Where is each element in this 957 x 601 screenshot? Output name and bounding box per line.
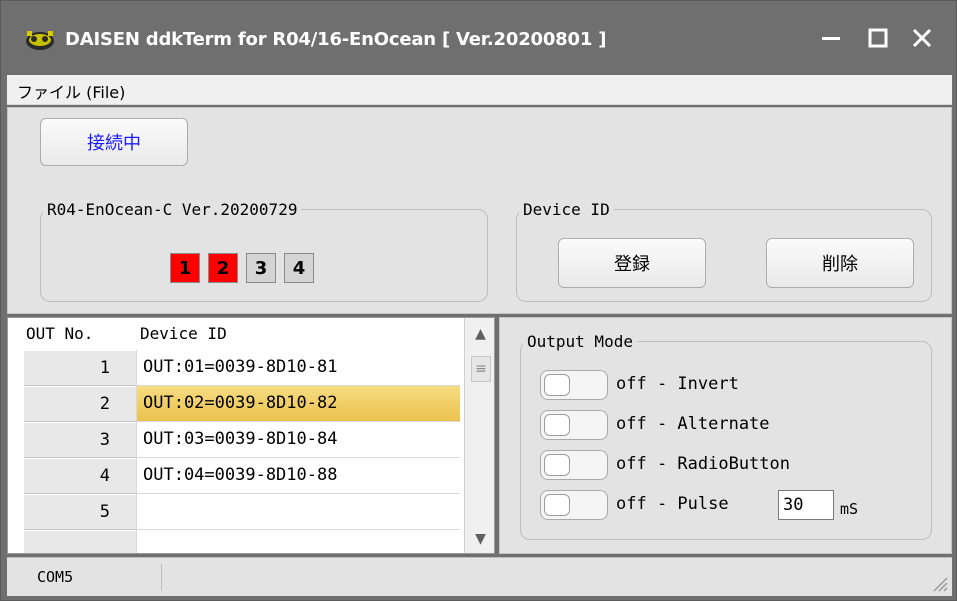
row-number [24,530,136,553]
table-scrollbar[interactable]: ▲ ≡ ▼ [464,318,494,553]
row-number: 2 [24,386,136,422]
row-device-id[interactable]: OUT:04=0039-8D10-88 [136,458,460,494]
output-mode-panel: Output Mode off - Invert off - Alternate… [499,317,952,554]
table-row[interactable]: 3 OUT:03=0039-8D10-84 [8,422,460,458]
alternate-toggle[interactable] [540,410,608,440]
output-indicator-2: 2 [208,253,238,283]
row-number: 1 [24,350,136,386]
window-title: DAISEN ddkTerm for R04/16-EnOcean [ Ver.… [65,29,607,50]
title-bar[interactable]: DAISEN ddkTerm for R04/16-EnOcean [ Ver.… [1,1,956,75]
row-device-id[interactable] [136,530,460,553]
table-row[interactable]: 4 OUT:04=0039-8D10-88 [8,458,460,494]
menu-bar: ファイル (File) [7,75,952,105]
app-logo-icon [26,31,54,50]
table-row[interactable] [8,530,460,553]
toggle-knob [544,414,570,436]
status-bar: COM5 [7,557,952,596]
scroll-thumb[interactable]: ≡ [471,356,491,382]
toggle-knob [544,494,570,516]
row-device-id[interactable]: OUT:02=0039-8D10-82 [136,386,460,422]
row-number: 4 [24,458,136,494]
pulse-duration-input[interactable]: 30 [778,490,834,520]
invert-toggle[interactable] [540,370,608,400]
menu-file[interactable]: ファイル (File) [17,79,125,103]
table-row[interactable]: 1 OUT:01=0039-8D10-81 [8,350,460,386]
toggle-knob [544,454,570,476]
scroll-down-icon[interactable]: ▼ [465,525,494,553]
row-number: 3 [24,422,136,458]
pulse-toggle[interactable] [540,490,608,520]
output-mode-label: Output Mode [527,332,633,351]
column-device-id[interactable]: Device ID [140,324,227,343]
alternate-mode-label: off - Alternate [616,414,770,434]
connect-button[interactable]: 接続中 [40,118,188,166]
invert-mode-label: off - Invert [616,374,739,394]
column-out-no[interactable]: OUT No. [26,324,93,343]
toggle-knob [544,374,570,396]
status-divider [161,564,162,591]
delete-button[interactable]: 削除 [766,238,914,288]
radiobutton-toggle[interactable] [540,450,608,480]
firmware-version-label: R04-EnOcean-C Ver.20200729 [47,200,298,219]
pulse-mode-label: off - Pulse [616,494,729,514]
register-button[interactable]: 登録 [558,238,706,288]
output-indicator-4: 4 [284,253,314,283]
device-id-label: Device ID [523,200,610,219]
row-device-id[interactable]: OUT:01=0039-8D10-81 [136,350,460,386]
resize-grip-icon[interactable] [930,574,948,592]
minimize-icon[interactable] [816,23,846,53]
output-indicator-1: 1 [170,253,200,283]
scroll-up-icon[interactable]: ▲ [465,320,494,348]
row-device-id[interactable] [136,494,460,530]
radiobutton-mode-label: off - RadioButton [616,454,790,474]
row-number: 5 [24,494,136,530]
table-row[interactable]: 5 [8,494,460,530]
table-row-selected[interactable]: 2 OUT:02=0039-8D10-82 [8,386,460,422]
app-window: DAISEN ddkTerm for R04/16-EnOcean [ Ver.… [0,0,957,601]
device-table: OUT No. Device ID 1 OUT:01=0039-8D10-81 … [7,317,495,554]
table-header: OUT No. Device ID [8,318,460,350]
connection-panel: 接続中 R04-EnOcean-C Ver.20200729 1 2 3 4 D… [7,107,952,314]
maximize-icon[interactable] [863,23,893,53]
close-icon[interactable] [907,23,937,53]
output-indicator-3: 3 [246,253,276,283]
firmware-group: R04-EnOcean-C Ver.20200729 [40,200,488,302]
row-device-id[interactable]: OUT:03=0039-8D10-84 [136,422,460,458]
pulse-unit-label: mS [840,500,859,518]
status-com-port: COM5 [37,568,74,586]
